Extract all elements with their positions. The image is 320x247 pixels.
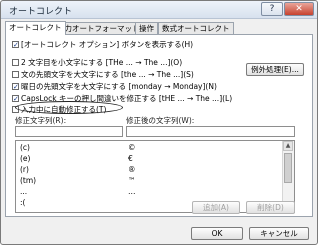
- list-item-from: (e): [20, 154, 31, 163]
- ok-button[interactable]: OK: [191, 227, 243, 240]
- replace-column-header: 修正文字列(R):: [15, 116, 67, 125]
- autocorrect-dialog: オートコレクト ? ✕ オートコレクト 入力オートフォーマット 操作 数式オート…: [0, 0, 318, 245]
- add-button[interactable]: 追加(A): [192, 201, 240, 214]
- list-item-to: ™: [128, 176, 136, 185]
- list-item-from: (c): [20, 143, 30, 152]
- list-item[interactable]: (e) €: [16, 154, 284, 164]
- show-buttons-checkbox[interactable]: ✓: [12, 40, 19, 48]
- list-item-from: (r): [20, 165, 29, 174]
- day-caps-checkbox[interactable]: ✓: [12, 82, 19, 90]
- replace-input[interactable]: [15, 126, 123, 137]
- day-caps-label: 曜日の先頭文字を大文字にする [monday → Monday](N): [21, 82, 217, 91]
- tab-autocorrect[interactable]: オートコレクト: [5, 21, 66, 35]
- autocorrect-panel: ✓ [オートコレクト オプション] ボタンを表示する(H) 2 文字目を小文字にす…: [5, 34, 313, 217]
- capslock-fix-option[interactable]: ✓ CapsLock キーの押し間違いを修正する [tHE ... → The .…: [12, 93, 232, 104]
- exceptions-button[interactable]: 例外処理(E)...: [246, 63, 304, 76]
- with-column-header: 修正後の文字列(W):: [126, 116, 195, 125]
- list-item-from: ...: [20, 187, 28, 196]
- capslock-fix-label: CapsLock キーの押し間違いを修正する [tHE ... → The ..…: [21, 94, 233, 103]
- show-buttons-option[interactable]: ✓ [オートコレクト オプション] ボタンを表示する(H): [12, 39, 193, 50]
- list-item-to: ©: [128, 143, 136, 152]
- sentence-caps-checkbox[interactable]: [12, 70, 19, 78]
- list-item[interactable]: (tm) ™: [16, 176, 284, 186]
- list-item[interactable]: (r) ®: [16, 165, 284, 175]
- replace-typing-option[interactable]: 入力中に自動修正する(T): [12, 104, 106, 115]
- title-bar[interactable]: オートコレクト ? ✕: [1, 1, 317, 19]
- list-item[interactable]: ... …: [16, 187, 284, 197]
- show-buttons-label: [オートコレクト オプション] ボタンを表示する(H): [21, 40, 194, 49]
- replace-typing-label: 入力中に自動修正する(T): [21, 105, 107, 114]
- cancel-button[interactable]: キャンセル: [249, 227, 309, 240]
- close-button[interactable]: ✕: [284, 2, 314, 16]
- tab-actions[interactable]: 操作: [135, 22, 158, 34]
- list-item-from: :(: [20, 198, 26, 207]
- day-caps-option[interactable]: ✓ 曜日の先頭文字を大文字にする [monday → Monday](N): [12, 81, 217, 92]
- list-item-to: ®: [128, 165, 136, 174]
- scroll-up-icon[interactable]: ▲: [283, 141, 293, 151]
- dialog-title: オートコレクト: [9, 7, 73, 17]
- help-button[interactable]: ?: [261, 2, 283, 16]
- list-item-to: …: [128, 187, 136, 196]
- list-item[interactable]: (c) ©: [16, 143, 284, 153]
- sentence-caps-option[interactable]: 文の先頭文字を大文字にする [the ... → The ...](S): [12, 69, 194, 80]
- two-initial-caps-label: 2 文字目を小文字にする [THe ... → The ...](O): [21, 58, 183, 67]
- list-item-from: (tm): [20, 176, 37, 185]
- delete-button[interactable]: 削除(D): [246, 201, 295, 214]
- two-initial-caps-checkbox[interactable]: [12, 58, 19, 66]
- list-item-to: €: [128, 154, 133, 163]
- capslock-fix-checkbox[interactable]: ✓: [12, 94, 19, 102]
- list-item[interactable]: :(: [16, 198, 284, 208]
- with-input[interactable]: [126, 126, 295, 137]
- sentence-caps-label: 文の先頭文字を大文字にする [the ... → The ...](S): [21, 70, 194, 79]
- tab-math-autocorrect[interactable]: 数式オートコレクト: [158, 22, 234, 34]
- scroll-thumb[interactable]: [284, 153, 292, 183]
- tab-autoformat-as-you-type[interactable]: 入力オートフォーマット: [53, 22, 144, 34]
- two-initial-caps-option[interactable]: 2 文字目を小文字にする [THe ... → The ...](O): [12, 57, 182, 68]
- replace-typing-checkbox[interactable]: [12, 105, 19, 113]
